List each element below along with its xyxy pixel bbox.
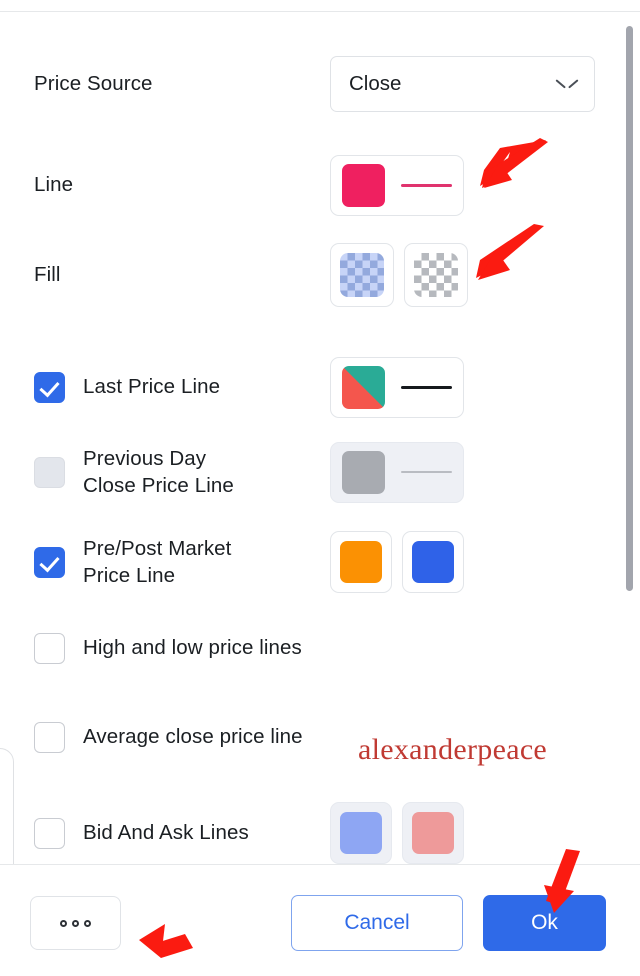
bid-ask-control-col <box>330 802 626 864</box>
pre-market-color-swatch <box>340 541 382 583</box>
post-market-color-swatch <box>412 541 454 583</box>
checkbox-average-close-price-line[interactable] <box>34 721 65 753</box>
checkbox-previous-day-close-price-line[interactable] <box>34 456 65 488</box>
pre-post-market-label-col: Pre/Post Market Price Line <box>0 535 330 589</box>
previous-day-close-control-col <box>330 441 626 503</box>
row-bid-and-ask-lines: Bid And Ask Lines <box>0 802 626 864</box>
last-price-line-color-swatch[interactable] <box>342 365 385 409</box>
average-close-price-line-label: Average close price line <box>83 725 303 748</box>
previous-day-close-line-style-preview[interactable] <box>401 471 452 473</box>
three-dots-icon-dot-3 <box>84 919 91 927</box>
line-label: Line <box>34 173 74 196</box>
row-fill: Fill <box>0 243 626 307</box>
previous-day-close-label: Previous Day Close Price Line <box>83 445 234 499</box>
last-price-line-label: Last Price Line <box>83 375 221 398</box>
price-source-select[interactable]: Close <box>330 56 595 112</box>
average-close-label-col: Average close price line <box>0 721 330 753</box>
pre-market-color-button[interactable] <box>330 531 392 593</box>
post-market-color-button[interactable] <box>402 531 464 593</box>
last-price-line-style-preview[interactable] <box>401 385 452 389</box>
settings-dialog: Price Source Close Line Fill Last Price … <box>0 0 640 976</box>
line-control-col <box>330 154 626 216</box>
fill-label-col: Fill <box>0 262 330 288</box>
row-last-price-line: Last Price Line <box>0 356 626 418</box>
line-color-swatch[interactable] <box>342 163 385 207</box>
bid-color-swatch <box>340 812 382 854</box>
row-previous-day-close-price-line: Previous Day Close Price Line <box>0 434 626 510</box>
dialog-footer: Cancel Ok <box>0 865 640 976</box>
bid-color-button[interactable] <box>330 802 392 864</box>
ok-button[interactable]: Ok <box>483 895 606 951</box>
fill-swatch-button-1[interactable] <box>330 243 394 307</box>
checkbox-high-and-low-price-lines[interactable] <box>34 632 65 664</box>
three-dots-icon-dot-1 <box>60 919 67 927</box>
pre-post-market-label-line-1: Pre/Post Market <box>83 537 232 560</box>
checkbox-last-price-line[interactable] <box>34 371 65 403</box>
last-price-line-label-col: Last Price Line <box>0 371 330 403</box>
pre-post-market-label-line-2: Price Line <box>83 564 176 587</box>
line-style-preview[interactable] <box>401 183 452 187</box>
ask-color-button[interactable] <box>402 802 464 864</box>
line-label-col: Line <box>0 172 330 198</box>
last-price-line-color-and-style-button[interactable] <box>330 356 464 418</box>
previous-day-close-color-swatch[interactable] <box>342 450 385 494</box>
price-source-label: Price Source <box>34 72 153 95</box>
row-price-source: Price Source Close <box>0 56 626 112</box>
high-and-low-price-lines-label: High and low price lines <box>83 636 302 659</box>
row-pre-post-market-price-line: Pre/Post Market Price Line <box>0 524 626 600</box>
pre-post-market-label: Pre/Post Market Price Line <box>83 535 231 589</box>
pre-post-market-control-col <box>330 531 626 593</box>
vertical-scrollbar-thumb[interactable] <box>626 26 633 591</box>
high-low-label-col: High and low price lines <box>0 632 330 664</box>
row-line: Line <box>0 154 626 216</box>
line-color-and-style-button[interactable] <box>330 154 464 216</box>
price-source-control-col: Close <box>330 56 626 112</box>
watermark-text: alexanderpeace <box>358 733 548 766</box>
more-options-button[interactable] <box>30 896 121 950</box>
previous-day-close-label-line-1: Previous Day <box>83 447 207 470</box>
previous-day-close-label-col: Previous Day Close Price Line <box>0 445 330 499</box>
ask-color-swatch <box>412 812 454 854</box>
checkerboard-blue-icon <box>340 253 384 297</box>
fill-label: Fill <box>34 263 61 286</box>
bid-ask-label-col: Bid And Ask Lines <box>0 817 330 849</box>
three-dots-icon-dot-2 <box>72 919 79 927</box>
previous-day-close-label-line-2: Close Price Line <box>83 474 234 497</box>
checkerboard-gray-icon <box>414 253 458 297</box>
cancel-button[interactable]: Cancel <box>291 895 463 951</box>
previous-day-close-color-and-style-button[interactable] <box>330 441 464 503</box>
chevron-down-icon <box>557 78 577 90</box>
row-high-and-low-price-lines: High and low price lines <box>0 625 626 671</box>
checkbox-pre-post-market-price-line[interactable] <box>34 546 65 578</box>
fill-control-col <box>330 243 626 307</box>
checkbox-bid-and-ask-lines[interactable] <box>34 817 65 849</box>
price-source-label-col: Price Source <box>0 71 330 97</box>
last-price-line-control-col <box>330 356 626 418</box>
price-source-value: Close <box>349 72 402 95</box>
bid-and-ask-lines-label: Bid And Ask Lines <box>83 821 249 844</box>
vertical-scrollbar-track[interactable] <box>626 12 637 864</box>
fill-swatch-button-2[interactable] <box>404 243 468 307</box>
